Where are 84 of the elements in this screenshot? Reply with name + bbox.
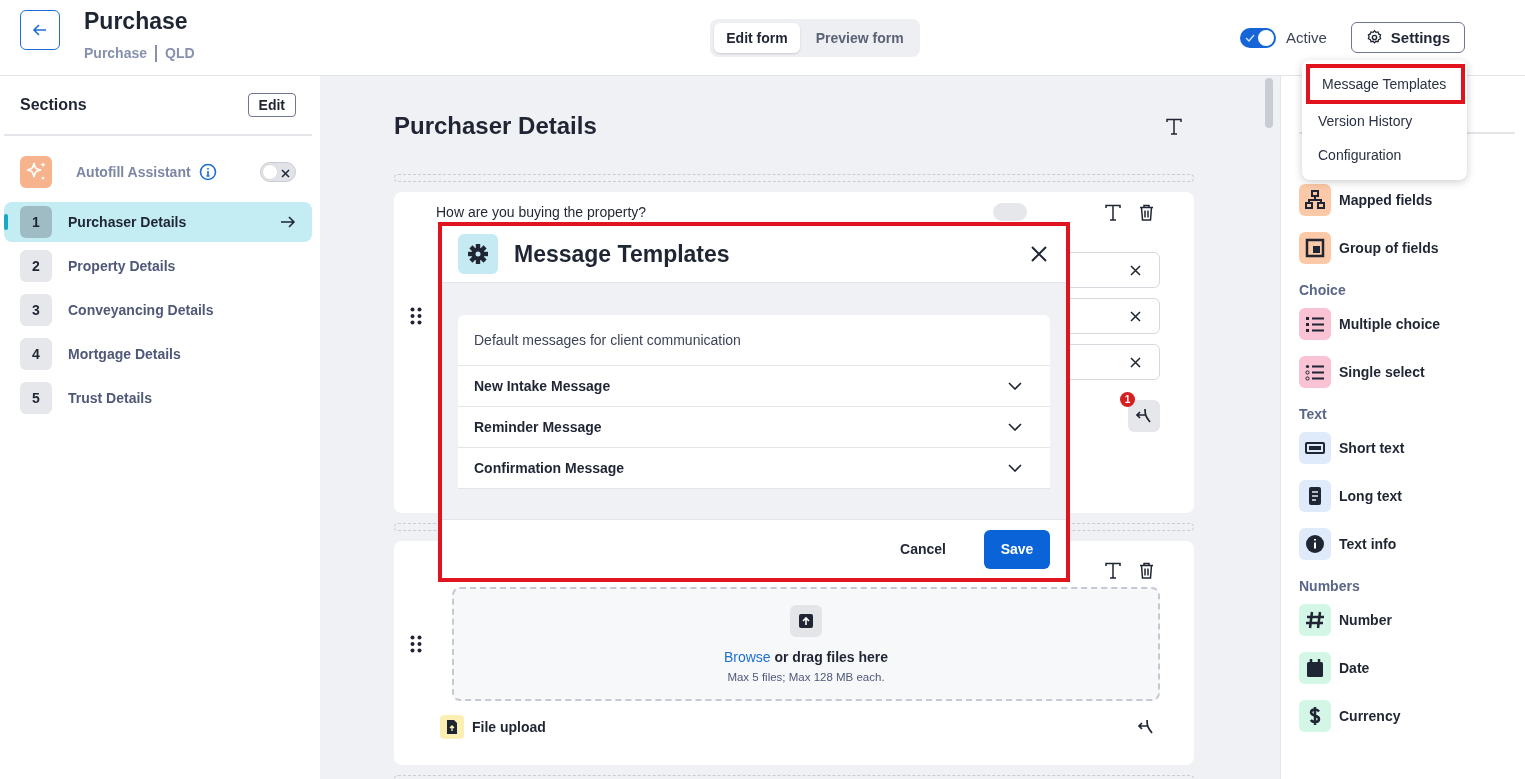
section-item[interactable]: 3 Conveyancing Details (4, 290, 312, 330)
notification-badge: 1 (1120, 392, 1135, 407)
field-type-item[interactable]: Mapped fields (1299, 184, 1515, 216)
group-label: Text (1299, 406, 1328, 422)
settings-button[interactable]: Settings (1350, 22, 1465, 53)
section-number: 4 (20, 338, 52, 370)
close-icon[interactable] (1130, 264, 1141, 276)
cancel-button[interactable]: Cancel (894, 540, 952, 558)
field-type-item[interactable]: Long text (1299, 480, 1515, 512)
field-type-item[interactable]: Date (1299, 652, 1515, 684)
section-label: Trust Details (68, 390, 153, 406)
field-type-item[interactable]: Group of fields (1299, 232, 1515, 264)
back-button[interactable] (20, 9, 60, 50)
autofill-toggle[interactable] (260, 162, 296, 182)
section-label: Property Details (68, 258, 176, 274)
close-icon[interactable] (1130, 356, 1141, 368)
edit-button[interactable]: Edit (247, 93, 296, 117)
template-row[interactable]: Confirmation Message (458, 448, 1050, 489)
section-item[interactable]: 5 Trust Details (4, 378, 312, 418)
page-title: Purchase (84, 7, 189, 35)
templates-description: Default messages for client communication (458, 315, 1050, 366)
menu-item[interactable]: Message Templates (1306, 64, 1465, 104)
field-type-item[interactable]: Currency (1299, 700, 1515, 732)
template-row[interactable]: Reminder Message (458, 407, 1050, 448)
scrollbar-thumb[interactable] (1265, 78, 1273, 128)
field-type-item[interactable]: Multiple choice (1299, 308, 1515, 340)
x-icon (281, 168, 290, 178)
upload-dropzone[interactable]: Browse or drag files here Max 5 files; Max 128 MB each. (452, 587, 1160, 701)
section-label: Purchaser Details (68, 214, 187, 230)
browse-link[interactable]: Browse (723, 649, 771, 665)
section-label: Mortgage Details (68, 346, 181, 362)
section-item[interactable]: 2 Property Details (4, 246, 312, 286)
text-format-icon[interactable] (1105, 203, 1121, 221)
section-number: 1 (20, 206, 52, 238)
back-arrow-icon (32, 21, 48, 38)
section-number: 3 (20, 294, 52, 326)
field-type-item[interactable]: Text info (1299, 528, 1515, 560)
dialog-title: Message Templates (514, 240, 730, 268)
settings-icon (1365, 29, 1383, 46)
section-item[interactable]: 1 Purchaser Details (4, 202, 312, 242)
text-format-icon[interactable] (1105, 561, 1121, 579)
field-type-item[interactable]: Short text (1299, 432, 1515, 464)
upload-hint: Max 5 files; Max 128 MB each. (727, 671, 885, 683)
active-toggle[interactable] (1239, 27, 1276, 48)
close-icon[interactable] (1130, 310, 1141, 322)
drag-handle-icon[interactable] (410, 307, 422, 325)
chevron-icon (1008, 423, 1022, 431)
question-label: How are you buying the property? (436, 204, 647, 220)
autofill-label: Autofill Assistant (76, 164, 191, 180)
section-label: Conveyancing Details (68, 302, 214, 318)
group-label: Numbers (1299, 578, 1361, 594)
menu-item[interactable]: Version History (1302, 104, 1467, 138)
field-type-item[interactable]: Single select (1299, 356, 1515, 388)
close-icon[interactable] (1030, 245, 1048, 263)
chevron-icon (1008, 382, 1022, 390)
section-number: 2 (20, 250, 52, 282)
group-label: Choice (1299, 282, 1347, 298)
active-label: Active (1285, 29, 1327, 46)
field-type-item[interactable]: Number (1299, 604, 1515, 636)
section-item[interactable]: 4 Mortgage Details (4, 334, 312, 374)
menu-item[interactable]: Configuration (1302, 138, 1467, 172)
settings-icon (458, 234, 498, 274)
mode-tab[interactable]: Preview form (803, 22, 916, 53)
field-type-label: File upload (472, 719, 546, 735)
save-button[interactable]: Save (984, 529, 1050, 569)
section-number: 5 (20, 382, 52, 414)
text-format-icon[interactable] (1166, 117, 1182, 135)
upload-icon (790, 605, 822, 637)
sections-title: Sections (20, 96, 87, 114)
drag-handle-icon[interactable] (410, 635, 422, 653)
form-heading: Purchaser Details (394, 112, 597, 140)
check-icon (1244, 33, 1255, 42)
mode-tab[interactable]: Edit form (714, 22, 800, 53)
branch-button[interactable] (1128, 400, 1160, 432)
info-icon (198, 163, 217, 181)
drop-text: or drag files here (774, 649, 889, 665)
file-upload-icon (440, 715, 464, 739)
trash-icon[interactable] (1139, 561, 1154, 579)
sparkle-icon (20, 156, 52, 188)
template-row[interactable]: New Intake Message (458, 366, 1050, 407)
arrow-right-icon (280, 215, 296, 229)
chevron-icon (1008, 464, 1022, 472)
required-toggle[interactable] (993, 203, 1027, 221)
trash-icon[interactable] (1139, 203, 1154, 221)
